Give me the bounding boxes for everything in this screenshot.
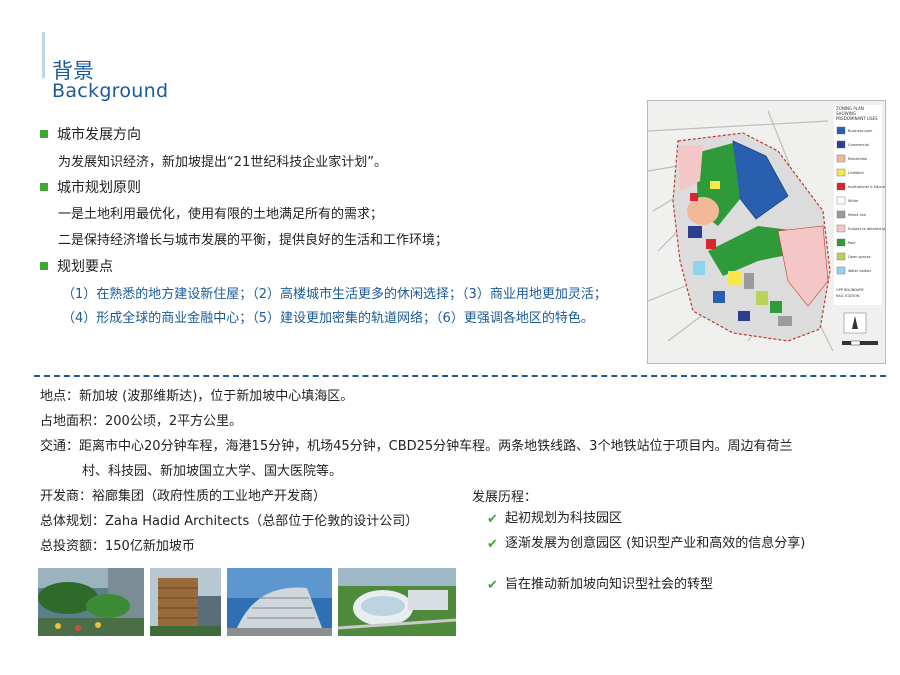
- green-bullet-icon: [40, 183, 48, 191]
- check-icon: ✔: [487, 578, 498, 593]
- info-masterplan: 总体规划：Zaha Hadid Architects（总部位于伦敦的设计公司）: [40, 514, 419, 529]
- check-icon: ✔: [487, 512, 498, 527]
- accent-bar: [42, 32, 45, 78]
- check-icon: ✔: [487, 537, 498, 552]
- legend-label: Park: [848, 241, 857, 245]
- legend-label: Mixed Use: [848, 213, 866, 217]
- section-line: （4）形成全球的商业金融中心；（5）建设更加密集的轨道网络；（6）更强调各地区的…: [62, 311, 594, 326]
- info-area: 占地面积：200公顷，2平方公里。: [40, 414, 243, 429]
- legend-swatch: [836, 140, 846, 149]
- zoning-map-drawing: ZONING PLAN SHOWING PREDOMINANT USES Bus…: [647, 101, 897, 363]
- svg-text:RAIL STATION: RAIL STATION: [836, 294, 860, 298]
- page-subtitle: Background: [52, 80, 169, 102]
- legend-label: White: [848, 199, 858, 203]
- legend-label: Subject to detailed planning: [848, 227, 885, 231]
- legend-swatch: [836, 196, 846, 205]
- legend-label: LiveWork: [848, 171, 865, 175]
- legend-swatch: [836, 210, 846, 219]
- svg-text:OPP BOUNDARY: OPP BOUNDARY: [836, 288, 865, 292]
- green-bullet-icon: [40, 262, 48, 270]
- legend-label: Water bodies: [848, 269, 871, 273]
- history-item: ✔ 旨在推动新加坡向知识型社会的转型: [487, 577, 714, 593]
- legend-swatch: [836, 224, 846, 233]
- legend-swatch: [836, 126, 846, 135]
- green-bullet-icon: [40, 130, 48, 138]
- section-line: 一是土地利用最优化，使用有限的土地满足所有的需求；: [58, 207, 384, 222]
- garden-walkway-photo: [38, 568, 144, 636]
- section-heading-principles: 城市规划原则: [40, 177, 141, 197]
- history-item: ✔ 起初规划为科技园区: [487, 511, 623, 527]
- info-location: 地点：新加坡 (波那维斯达)，位于新加坡中心填海区。: [40, 389, 354, 404]
- legend-swatch: [836, 154, 846, 163]
- info-developer: 开发商：裕廊集团（政府性质的工业地产开发商）: [40, 489, 327, 504]
- history-item: ✔ 逐渐发展为创意园区 (知识型产业和高效的信息分享): [487, 536, 806, 552]
- legend-swatch: [836, 182, 846, 191]
- curved-building-photo: [227, 568, 332, 636]
- legend-label: Commercial: [848, 143, 869, 147]
- info-investment: 总投资额：150亿新加坡币: [40, 539, 195, 554]
- legend-swatch: [836, 266, 846, 275]
- legend-swatch: [836, 238, 846, 247]
- history-title: 发展历程：: [472, 490, 538, 505]
- section-line: 为发展知识经济，新加坡提出“21世纪科技企业家计划”。: [58, 155, 388, 170]
- section-heading-key-points: 规划要点: [40, 256, 113, 276]
- section-heading-development: 城市发展方向: [40, 124, 141, 144]
- section-line: （1）在熟悉的地方建设新住屋；（2）高楼城市生活更多的休闲选择；（3）商业用地更…: [62, 287, 607, 302]
- legend-label: Residential: [848, 157, 867, 161]
- zoning-map: ZONING PLAN SHOWING PREDOMINANT USES Bus…: [647, 100, 897, 364]
- legend-label: Institutional & Educational: [848, 185, 885, 189]
- section-line: 二是保持经济增长与城市发展的平衡，提供良好的生活和工作环境；: [58, 233, 449, 248]
- dashed-divider: [34, 375, 886, 377]
- info-transport: 交通：距离市中心20分钟车程，海港15分钟，机场45分钟，CBD25分钟车程。两…: [40, 439, 793, 454]
- legend-swatch: [836, 168, 846, 177]
- legend-swatch: [836, 252, 846, 261]
- tower-building-photo: [150, 568, 221, 636]
- aerial-campus-photo: [338, 568, 456, 636]
- legend-label: Open spaces: [848, 255, 871, 259]
- svg-text:PREDOMINANT USES: PREDOMINANT USES: [836, 116, 878, 121]
- info-transport-cont: 村、科技园、新加坡国立大学、国大医院等。: [82, 464, 343, 479]
- legend-label: Business park: [848, 129, 873, 133]
